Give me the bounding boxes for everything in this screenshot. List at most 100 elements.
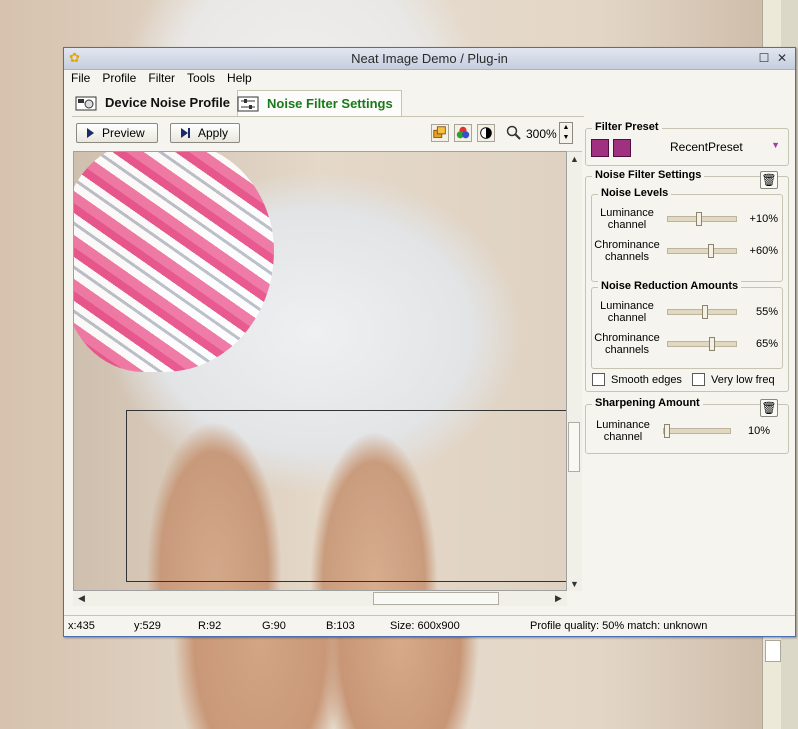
noise-level-luminance-row: Luminance channel +10% <box>592 207 782 235</box>
menu-profile[interactable]: Profile <box>96 69 142 85</box>
menu-file[interactable]: File <box>64 69 96 85</box>
slider-knob[interactable] <box>695 212 702 226</box>
preset-selected-value: RecentPreset <box>670 140 743 154</box>
slider-knob[interactable] <box>664 424 671 438</box>
preview-button-label: Preview <box>102 126 145 140</box>
scroll-down-icon[interactable]: ▼ <box>568 579 581 589</box>
noise-level-chrominance-slider[interactable] <box>667 244 737 258</box>
status-g: G:90 <box>262 620 286 632</box>
filter-preset-group: Filter Preset RecentPreset ▼ <box>585 121 789 166</box>
menu-tools[interactable]: Tools <box>181 69 221 85</box>
sharpening-luminance-slider[interactable] <box>663 424 731 438</box>
preview-button[interactable]: Preview <box>76 123 158 143</box>
layers-icon[interactable] <box>431 124 449 142</box>
load-preset-icon[interactable] <box>591 139 609 157</box>
vertical-scroll-thumb[interactable] <box>568 422 580 472</box>
status-size: Size: 600x900 <box>390 620 460 632</box>
camera-icon <box>75 96 97 110</box>
apply-button[interactable]: Apply <box>170 123 240 143</box>
tab-device-noise-profile[interactable]: Device Noise Profile <box>75 90 230 115</box>
noise-level-chrominance-label: Chrominance channels <box>594 239 660 263</box>
smooth-edges-checkbox[interactable]: Smooth edges <box>592 373 682 386</box>
checkbox-box[interactable] <box>592 373 605 386</box>
noise-reduction-luminance-slider[interactable] <box>667 305 737 319</box>
noise-levels-group: Noise Levels Luminance channel +10% Chro… <box>591 187 783 282</box>
sharpening-luminance-row: Luminance channel 10% <box>588 419 778 447</box>
noise-level-chrominance-row: Chrominance channels +60% <box>592 239 782 267</box>
image-preview-area[interactable] <box>73 151 567 591</box>
tab-noise-filter-settings-label: Noise Filter Settings <box>267 96 393 111</box>
tab-noise-filter-settings[interactable]: Noise Filter Settings <box>237 90 402 116</box>
apply-button-label: Apply <box>198 126 229 140</box>
horizontal-scroll-thumb[interactable] <box>373 592 499 605</box>
noise-reduction-luminance-value: 55% <box>755 306 778 318</box>
scroll-up-icon[interactable]: ▲ <box>568 154 581 164</box>
slider-knob[interactable] <box>709 337 716 351</box>
tab-device-noise-profile-label: Device Noise Profile <box>105 95 230 110</box>
scroll-left-icon[interactable]: ◀ <box>75 593 88 604</box>
noise-level-chrominance-value: +60% <box>749 245 778 257</box>
zoom-up-icon[interactable]: ▲ <box>560 123 572 133</box>
vertical-scrollbar[interactable]: ▲ ▼ <box>567 151 582 591</box>
background-scroll-button <box>765 640 781 662</box>
save-preset-icon[interactable] <box>613 139 631 157</box>
noise-filter-settings-group: Noise Filter Settings 🗑 Noise Levels Lum… <box>585 169 789 392</box>
sharpening-group: Sharpening Amount 🗑 Luminance channel 10… <box>585 397 789 454</box>
apply-icon-bar <box>188 128 190 138</box>
zoom-icon[interactable] <box>506 124 522 142</box>
reset-sharpening-trash-icon[interactable]: 🗑 <box>760 399 778 417</box>
window-title: Neat Image Demo / Plug-in <box>351 51 508 66</box>
tab-strip: Device Noise Profile Noise Filter Settin… <box>72 90 584 117</box>
contrast-icon[interactable] <box>477 124 495 142</box>
status-r: R:92 <box>198 620 222 632</box>
horizontal-scrollbar[interactable]: ◀ ▶ <box>73 591 567 606</box>
menu-bar: File Profile Filter Tools Help <box>64 69 795 88</box>
status-bar: x:435 y:529 R:92 G:90 B:103 Size: 600x90… <box>64 615 795 638</box>
noise-reduction-chrominance-label: Chrominance channels <box>594 332 660 356</box>
status-b: B:103 <box>326 620 355 632</box>
sharpening-title: Sharpening Amount <box>592 397 703 409</box>
status-y: y:529 <box>134 620 161 632</box>
slider-knob[interactable] <box>707 244 714 258</box>
smooth-edges-label: Smooth edges <box>611 373 682 386</box>
menu-filter[interactable]: Filter <box>142 69 181 85</box>
slider-knob[interactable] <box>702 305 709 319</box>
color-channels-icon[interactable] <box>454 124 472 142</box>
very-low-freq-label: Very low freq <box>711 373 775 386</box>
neat-image-window: ✿ Neat Image Demo / Plug-in ☐ ✕ File Prof… <box>63 47 796 637</box>
checkbox-box[interactable] <box>692 373 705 386</box>
menu-help[interactable]: Help <box>221 69 258 85</box>
noise-reduction-group: Noise Reduction Amounts Luminance channe… <box>591 280 783 369</box>
zoom-stepper[interactable]: ▲ ▼ <box>559 122 573 144</box>
very-low-freq-checkbox[interactable]: Very low freq <box>692 373 775 386</box>
preset-dropdown[interactable]: RecentPreset ▼ <box>638 137 784 157</box>
noise-reduction-chrominance-value: 65% <box>755 338 778 350</box>
noise-filter-settings-title: Noise Filter Settings <box>592 169 705 181</box>
sharpening-luminance-value: 10% <box>747 425 770 437</box>
noise-level-luminance-value: +10% <box>749 213 778 225</box>
noise-reduction-luminance-row: Luminance channel 55% <box>592 300 782 328</box>
status-x: x:435 <box>68 620 95 632</box>
close-icon[interactable]: ✕ <box>775 51 789 65</box>
filter-preset-title: Filter Preset <box>592 121 662 133</box>
sliders-icon <box>237 96 259 111</box>
noise-reduction-chrominance-row: Chrominance channels 65% <box>592 332 782 360</box>
maximize-icon[interactable]: ☐ <box>757 51 771 65</box>
scroll-right-icon[interactable]: ▶ <box>552 593 565 604</box>
noise-reduction-chrominance-slider[interactable] <box>667 337 737 351</box>
noise-reduction-title: Noise Reduction Amounts <box>598 280 742 292</box>
dropdown-arrow-icon[interactable]: ▼ <box>771 140 780 150</box>
noise-levels-title: Noise Levels <box>598 187 672 199</box>
status-profile-quality: Profile quality: 50% match: unknown <box>530 620 708 632</box>
reset-filter-trash-icon[interactable]: 🗑 <box>760 171 778 189</box>
zoom-down-icon[interactable]: ▼ <box>560 133 572 143</box>
noise-level-luminance-slider[interactable] <box>667 212 737 226</box>
settings-panel: Filter Preset RecentPreset ▼ Noise Filte… <box>585 118 791 608</box>
sharpening-luminance-label: Luminance channel <box>596 419 650 443</box>
title-bar[interactable]: ✿ Neat Image Demo / Plug-in ☐ ✕ <box>64 48 795 70</box>
noise-reduction-luminance-label: Luminance channel <box>600 300 654 324</box>
preview-selection-rectangle[interactable] <box>126 410 566 582</box>
apply-icon <box>181 128 188 138</box>
play-icon <box>87 128 94 138</box>
noise-level-luminance-label: Luminance channel <box>600 207 654 231</box>
